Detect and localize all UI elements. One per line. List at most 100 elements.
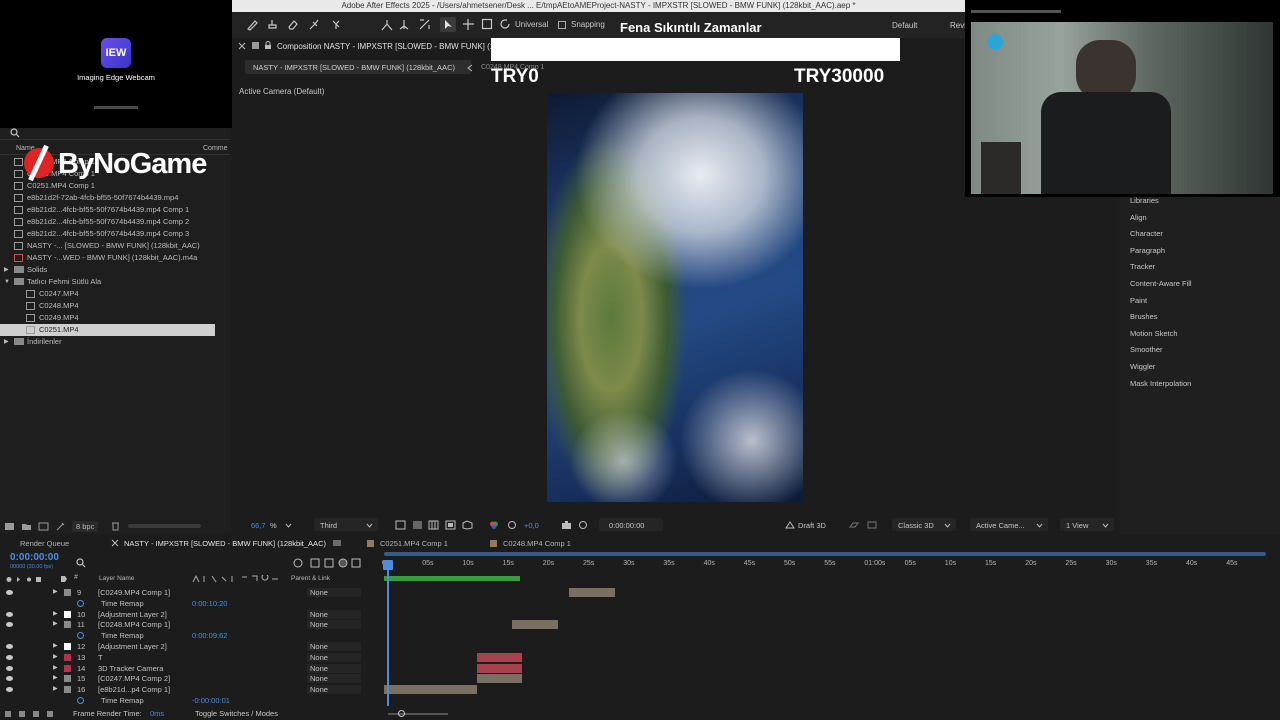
project-item[interactable]: NASTY -...WED - BMW FUNK] (128kbit_AAC).… xyxy=(0,252,215,264)
brush-icon[interactable] xyxy=(246,18,259,31)
layer-name[interactable]: [C0248.MP4 Comp 1] xyxy=(98,619,170,630)
project-item[interactable]: ▼ Tatlıcı Fehmi Sütlü Ala xyxy=(0,276,215,288)
search-icon[interactable] xyxy=(10,128,20,138)
label-color-swatch[interactable] xyxy=(64,664,71,672)
extended-viewer-icon[interactable] xyxy=(867,520,877,530)
zoom-slider[interactable] xyxy=(388,713,448,715)
transparency-grid-icon[interactable] xyxy=(412,520,423,530)
label-color-swatch[interactable] xyxy=(64,589,71,596)
panel-item[interactable]: Align xyxy=(1130,213,1147,222)
parent-select[interactable]: None xyxy=(307,685,361,695)
project-thumbnail-slider[interactable] xyxy=(128,524,201,528)
timeline-switches[interactable] xyxy=(292,557,372,569)
av-switches-icon[interactable] xyxy=(6,576,50,583)
exposure-value[interactable]: +0,0 xyxy=(524,521,539,530)
layer-property-row[interactable]: Time Remap -0:00:00:01 xyxy=(0,695,370,706)
layer-property-row[interactable]: Time Remap 0:00:09:62 xyxy=(0,630,370,641)
panel-item[interactable]: Character xyxy=(1130,229,1163,238)
bit-depth-button[interactable]: 8 bpc xyxy=(72,521,99,532)
project-item[interactable]: e8b21d2...4fcb-bf55-50f7674b4439.mp4 Com… xyxy=(0,204,215,216)
search-icon[interactable] xyxy=(76,558,86,568)
chevron-right-icon[interactable]: ▶ xyxy=(53,609,58,620)
project-item[interactable]: ▶ Solids xyxy=(0,264,215,276)
close-tab-icon[interactable] xyxy=(111,539,119,547)
visibility-eye-icon[interactable] xyxy=(6,590,13,595)
universal-label[interactable]: Universal xyxy=(515,20,548,29)
close-panel-icon[interactable] xyxy=(238,42,246,50)
align-snap-icon[interactable] xyxy=(380,18,394,32)
column-layer-name[interactable]: Layer Name xyxy=(99,575,134,582)
stopwatch-icon[interactable] xyxy=(77,697,84,704)
timeline-current-time[interactable]: 0:00:00:00 xyxy=(10,552,59,563)
visibility-eye-icon[interactable] xyxy=(6,644,13,649)
zoom-slider-thumb[interactable] xyxy=(398,710,405,717)
project-item[interactable]: C0251.MP4 xyxy=(0,324,215,336)
property-value[interactable]: 0:00:10:20 xyxy=(192,598,227,609)
chevron-right-icon[interactable]: ▶ xyxy=(53,619,58,630)
rectangle-tool-icon[interactable] xyxy=(481,18,493,30)
new-composition-icon[interactable] xyxy=(38,522,49,531)
region-of-interest-icon[interactable] xyxy=(395,520,406,530)
workspace-default[interactable]: Default xyxy=(892,21,917,30)
panel-item[interactable]: Wiggler xyxy=(1130,362,1155,371)
timeline-track-area[interactable] xyxy=(384,587,1266,707)
layer-name[interactable]: [Adjustment Layer 2] xyxy=(98,641,167,652)
panel-item[interactable]: Brushes xyxy=(1130,312,1158,321)
layer-row[interactable]: ▶ 9 [C0249.MP4 Comp 1] None xyxy=(0,587,370,598)
view-layout-select[interactable]: 1 View xyxy=(1060,518,1114,531)
layer-row[interactable]: ▶ 14 3D Tracker Camera None xyxy=(0,663,370,674)
chevron-down-icon[interactable]: ▼ xyxy=(4,276,10,288)
selection-tool-button[interactable] xyxy=(440,17,456,32)
visibility-eye-icon[interactable] xyxy=(6,622,13,628)
chevron-right-icon[interactable]: ▶ xyxy=(53,652,58,663)
roto-brush-icon[interactable] xyxy=(308,18,321,31)
mask-visibility-icon[interactable] xyxy=(445,520,456,530)
label-color-swatch[interactable] xyxy=(64,675,71,683)
camera-view-select[interactable]: Active Came... xyxy=(970,518,1048,531)
resolution-select[interactable]: Third xyxy=(314,518,378,531)
layer-row[interactable]: ▶ 16 [e8b21d...p4 Comp 1] None xyxy=(0,684,370,695)
snapping-checkbox[interactable] xyxy=(558,21,566,29)
ground-plane-icon[interactable] xyxy=(849,520,859,530)
adjust-icon[interactable] xyxy=(55,521,66,532)
visibility-eye-icon[interactable] xyxy=(6,654,13,660)
current-time-field[interactable]: 0:00:00:00 xyxy=(599,518,663,531)
layer-row[interactable]: ▶ 12 [Adjustment Layer 2] None xyxy=(0,641,370,652)
draft-3d-icon[interactable] xyxy=(785,520,795,530)
parent-select[interactable]: None xyxy=(307,620,361,630)
layer-duration-bar[interactable] xyxy=(511,620,558,630)
workspace-review[interactable]: Revi xyxy=(950,21,966,30)
camera-snapshot-icon[interactable] xyxy=(561,520,572,530)
playhead[interactable] xyxy=(387,561,389,706)
layer-duration-bar[interactable] xyxy=(384,685,477,695)
panel-item[interactable]: Motion Sketch xyxy=(1130,329,1178,338)
tab-c0251-comp[interactable]: C0251.MP4 Comp 1 xyxy=(380,539,448,548)
visibility-eye-icon[interactable] xyxy=(6,611,13,617)
new-folder-icon[interactable] xyxy=(21,522,32,531)
clone-stamp-icon[interactable] xyxy=(266,18,279,31)
layer-duration-bar[interactable] xyxy=(476,652,523,662)
panel-item[interactable]: Libraries xyxy=(1130,196,1159,205)
chevron-right-icon[interactable]: ▶ xyxy=(4,264,9,276)
chevron-right-icon[interactable]: ▶ xyxy=(53,673,58,684)
composition-preview-frame[interactable] xyxy=(547,93,803,502)
eraser-icon[interactable] xyxy=(286,18,299,31)
project-item[interactable]: e8b21d2f-72ab-4fcb-bf55-50f7674b4439.mp4 xyxy=(0,192,215,204)
layer-name[interactable]: T xyxy=(98,652,103,663)
column-parent[interactable]: Parent & Link xyxy=(291,575,330,582)
layer-duration-bar[interactable] xyxy=(476,674,523,684)
panel-item[interactable]: Tracker xyxy=(1130,262,1155,271)
parent-select[interactable]: None xyxy=(307,652,361,662)
project-item[interactable]: e8b21d2...4fcb-bf55-50f7674b4439.mp4 Com… xyxy=(0,216,215,228)
layer-name[interactable]: 3D Tracker Camera xyxy=(98,663,163,674)
visibility-eye-icon[interactable] xyxy=(6,687,13,693)
layer-name[interactable]: [Adjustment Layer 2] xyxy=(98,609,167,620)
layer-name[interactable]: [C0247.MP4 Comp 2] xyxy=(98,673,170,684)
renderer-select[interactable]: Classic 3D xyxy=(892,518,956,531)
chevron-left-icon[interactable] xyxy=(467,64,473,72)
label-color-swatch[interactable] xyxy=(64,653,71,661)
show-snapshot-icon[interactable] xyxy=(578,520,588,530)
panel-item[interactable]: Mask Interpolation xyxy=(1130,379,1191,388)
visibility-eye-icon[interactable] xyxy=(6,665,13,671)
layer-duration-bar[interactable] xyxy=(476,663,523,673)
